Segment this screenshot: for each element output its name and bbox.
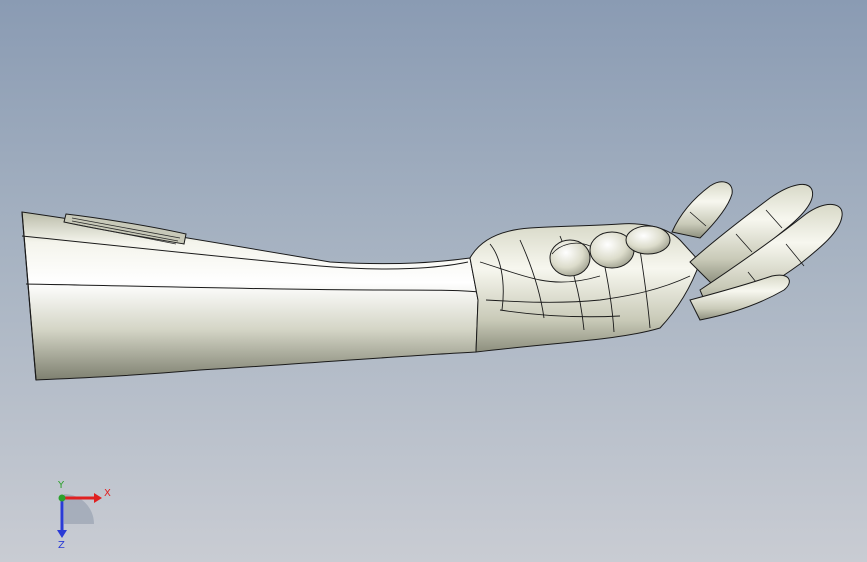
forearm-hand-model[interactable] — [0, 0, 867, 562]
y-axis-dot — [58, 494, 66, 502]
y-axis-label: Y — [57, 480, 65, 491]
forearm-body[interactable] — [21, 211, 479, 381]
coordinate-triad: X Y Z — [57, 480, 111, 550]
graphics-viewport[interactable]: X Y Z — [0, 0, 867, 562]
z-axis-arrowhead — [57, 530, 67, 538]
z-axis-label: Z — [58, 540, 65, 550]
finger-index[interactable] — [671, 181, 733, 239]
x-axis-label: X — [104, 488, 111, 499]
x-axis-arrowhead — [94, 493, 102, 503]
